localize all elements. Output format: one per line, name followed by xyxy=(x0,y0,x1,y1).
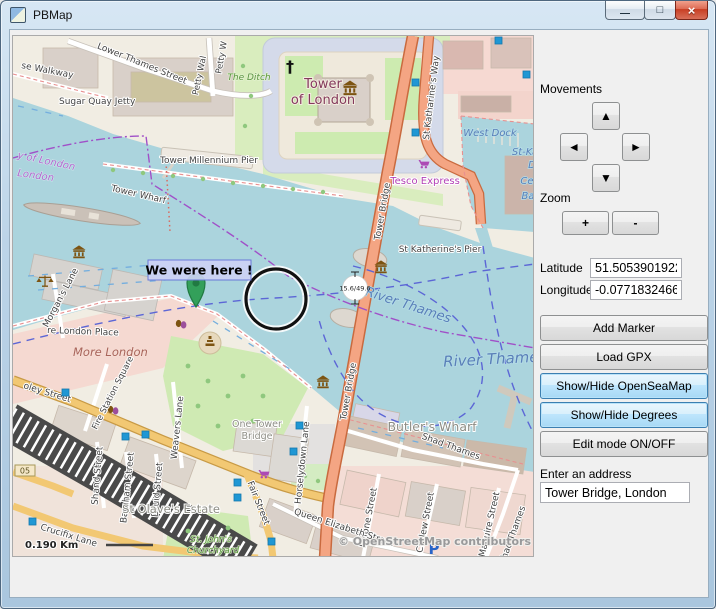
edit-node-handle[interactable] xyxy=(268,538,275,545)
move-down-button[interactable]: ▼ xyxy=(592,164,620,192)
map-label-tower-millennium-pier: Tower Millennium Pier xyxy=(159,156,258,166)
address-field[interactable] xyxy=(540,482,690,503)
load-gpx-button[interactable]: Load GPX xyxy=(540,344,708,370)
map-label-west-dock: West Dock xyxy=(463,128,518,139)
app-icon xyxy=(10,7,26,23)
title-bar[interactable]: PBMap — □ × xyxy=(1,1,715,29)
edit-node-handle[interactable] xyxy=(142,431,149,438)
map-label-dock-d: D xyxy=(528,160,534,171)
map-label-one-tower-bridge-1: One Tower xyxy=(232,419,282,430)
arrow-down-icon: ▼ xyxy=(600,171,612,185)
map-marker-tooltip: We were here ! xyxy=(145,260,252,280)
map-label-tesco-express: Tesco Express xyxy=(389,176,460,187)
latitude-label: Latitude xyxy=(540,261,583,275)
map-label-tower-of-london-1: Tower xyxy=(303,77,342,92)
map-label-the-ditch: The Ditch xyxy=(227,73,271,83)
church-cross-icon: † xyxy=(286,57,294,76)
move-left-button[interactable]: ◄ xyxy=(560,133,588,161)
arrow-up-icon: ▲ xyxy=(600,109,612,123)
edit-node-handle[interactable] xyxy=(122,433,129,440)
svg-text:15.6/49.6: 15.6/49.6 xyxy=(339,285,370,293)
minimize-icon: — xyxy=(620,8,630,19)
toggle-degrees-button[interactable]: Show/Hide Degrees xyxy=(540,402,708,428)
arrow-right-icon: ► xyxy=(630,140,642,154)
edit-node-handle[interactable] xyxy=(29,518,36,525)
edit-node-handle[interactable] xyxy=(296,422,303,429)
edit-node-handle[interactable] xyxy=(234,479,241,486)
svg-text:05: 05 xyxy=(20,467,30,476)
road-shield: 05 xyxy=(15,465,35,476)
add-marker-button[interactable]: Add Marker xyxy=(540,315,708,341)
app-window: PBMap — □ × xyxy=(0,0,716,609)
edit-node-handle[interactable] xyxy=(495,37,502,44)
map-label-sugar-quay-jetty: Sugar Quay Jetty xyxy=(59,97,136,107)
edit-mode-button[interactable]: Edit mode ON/OFF xyxy=(540,431,708,457)
map-label-dock-ba: Ba xyxy=(522,191,535,202)
address-label: Enter an address xyxy=(540,467,631,481)
move-right-button[interactable]: ► xyxy=(622,133,650,161)
maximize-icon: □ xyxy=(657,4,664,16)
edit-node-handle[interactable] xyxy=(523,71,530,78)
close-button[interactable]: × xyxy=(675,1,708,20)
map-label-more-london: More London xyxy=(73,345,148,359)
window-title: PBMap xyxy=(33,8,72,22)
arrow-left-icon: ◄ xyxy=(568,140,580,154)
longitude-field[interactable] xyxy=(590,280,682,300)
map-canvas[interactable]: † P 05 se Walkway Lower Thames Street Pe… xyxy=(13,36,534,557)
latitude-field[interactable] xyxy=(590,258,682,278)
zoom-out-button[interactable]: - xyxy=(612,211,659,235)
map-label-butlers-wharf: Butler's Wharf xyxy=(387,419,477,434)
map-view[interactable]: † P 05 se Walkway Lower Thames Street Pe… xyxy=(12,35,534,557)
map-label-dock-ce: Ce xyxy=(520,176,533,187)
toggle-openseamap-button[interactable]: Show/Hide OpenSeaMap xyxy=(540,373,708,399)
svg-text:0.190 Km: 0.190 Km xyxy=(25,540,78,551)
zoom-in-button[interactable]: + xyxy=(562,211,609,235)
map-label-tower-of-london-2: of London xyxy=(291,93,355,108)
map-attribution: © OpenStreetMap contributors xyxy=(338,535,532,548)
zoom-label: Zoom xyxy=(540,191,571,205)
client-area: † P 05 se Walkway Lower Thames Street Pe… xyxy=(9,29,709,598)
edit-node-handle[interactable] xyxy=(412,129,419,136)
close-icon: × xyxy=(688,3,696,18)
move-up-button[interactable]: ▲ xyxy=(592,102,620,130)
map-label-st-johns-2: Churchyard xyxy=(187,546,240,556)
minimize-button[interactable]: — xyxy=(605,1,645,20)
map-label-st-johns-1: St. John's xyxy=(190,535,232,545)
map-label-st-ka: St-Ka xyxy=(512,147,534,158)
map-label-st-katherines-pier: St Katherine's Pier xyxy=(399,245,482,255)
map-label-st-olaves-estate: St Olave's Estate xyxy=(122,502,220,516)
map-label-one-tower-bridge-2: Bridge xyxy=(242,431,273,442)
svg-text:We were here !: We were here ! xyxy=(145,263,252,278)
edit-node-handle[interactable] xyxy=(62,389,69,396)
movements-label: Movements xyxy=(540,82,602,96)
edit-node-handle[interactable] xyxy=(290,448,297,455)
edit-node-handle[interactable] xyxy=(234,494,241,501)
longitude-label: Longitude xyxy=(540,283,593,297)
edit-node-handle[interactable] xyxy=(412,79,419,86)
amphitheatre-icon xyxy=(199,332,221,354)
maximize-button[interactable]: □ xyxy=(644,1,676,20)
